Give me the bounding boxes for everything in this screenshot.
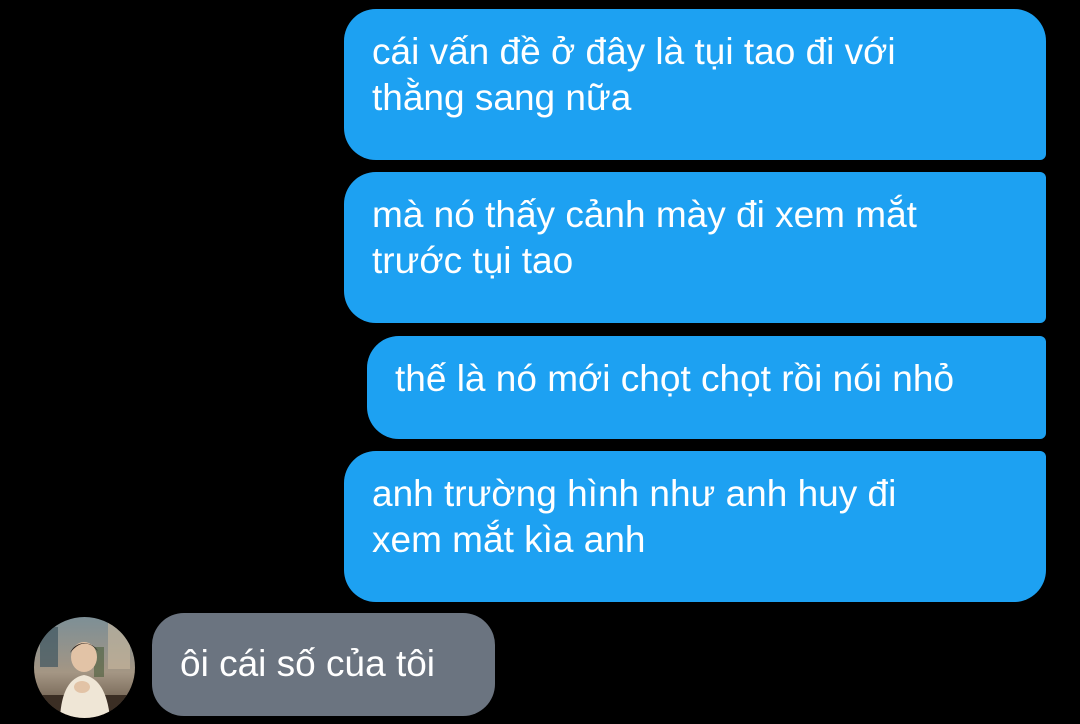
- outgoing-message-bubble[interactable]: thế là nó mới chọt chọt rồi nói nhỏ: [367, 336, 1046, 439]
- outgoing-message-bubble[interactable]: mà nó thấy cảnh mày đi xem mắt trước tụi…: [344, 172, 1046, 323]
- contact-avatar[interactable]: [34, 617, 135, 718]
- outgoing-message-bubble[interactable]: anh trường hình như anh huy đi xem mắt k…: [344, 451, 1046, 602]
- avatar-photo-icon: [34, 617, 135, 718]
- message-thread: cái vấn đề ở đây là tụi tao đi với thằng…: [0, 0, 1080, 724]
- outgoing-message-bubble[interactable]: cái vấn đề ở đây là tụi tao đi với thằng…: [344, 9, 1046, 160]
- incoming-message-bubble[interactable]: ôi cái số của tôi: [152, 613, 495, 716]
